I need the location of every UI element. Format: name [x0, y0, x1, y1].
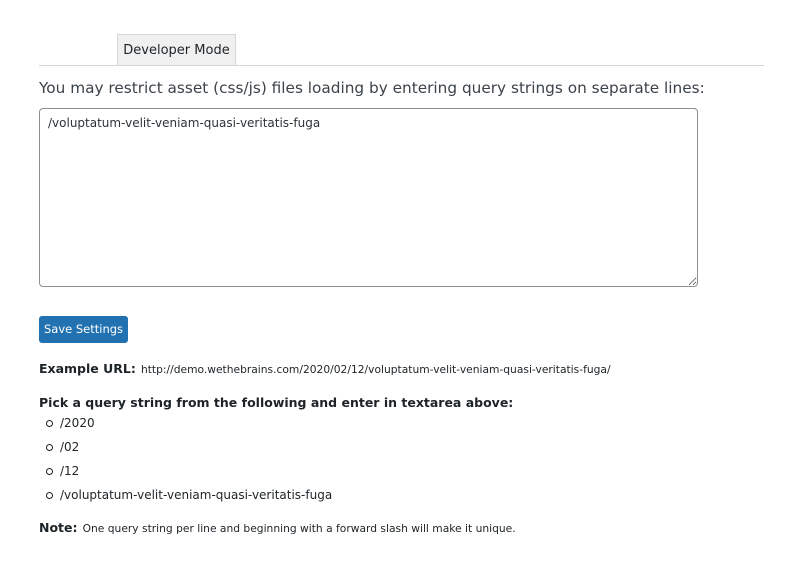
- query-string-option: /12: [60, 464, 80, 478]
- note-label: Note:: [39, 520, 78, 535]
- save-settings-button[interactable]: Save Settings: [39, 316, 128, 343]
- query-string-option: /2020: [60, 416, 95, 430]
- example-url-value: http://demo.wethebrains.com/2020/02/12/v…: [140, 363, 611, 376]
- circle-bullet-icon: [46, 468, 53, 475]
- list-item: /2020: [46, 411, 332, 435]
- note-line: Note: One query string per line and begi…: [39, 518, 516, 538]
- query-string-option: /voluptatum-velit-veniam-quasi-veritatis…: [60, 488, 333, 502]
- note-text: One query string per line and beginning …: [82, 522, 516, 535]
- query-strings-textarea[interactable]: /voluptatum-velit-veniam-quasi-veritatis…: [39, 108, 698, 287]
- tab-bar: Developer Mode: [39, 34, 764, 66]
- circle-bullet-icon: [46, 420, 53, 427]
- pick-query-heading: Pick a query string from the following a…: [39, 395, 514, 410]
- list-item: /12: [46, 459, 332, 483]
- query-string-option: /02: [60, 440, 80, 454]
- circle-bullet-icon: [46, 492, 53, 499]
- example-url-label: Example URL:: [39, 361, 136, 376]
- circle-bullet-icon: [46, 444, 53, 451]
- instructions-text: You may restrict asset (css/js) files lo…: [39, 79, 705, 97]
- query-string-list: /2020 /02 /12 /voluptatum-velit-veniam-q…: [46, 411, 332, 507]
- tab-developer-mode[interactable]: Developer Mode: [117, 34, 236, 65]
- example-url-line: Example URL: http://demo.wethebrains.com…: [39, 359, 611, 379]
- list-item: /voluptatum-velit-veniam-quasi-veritatis…: [46, 483, 332, 507]
- list-item: /02: [46, 435, 332, 459]
